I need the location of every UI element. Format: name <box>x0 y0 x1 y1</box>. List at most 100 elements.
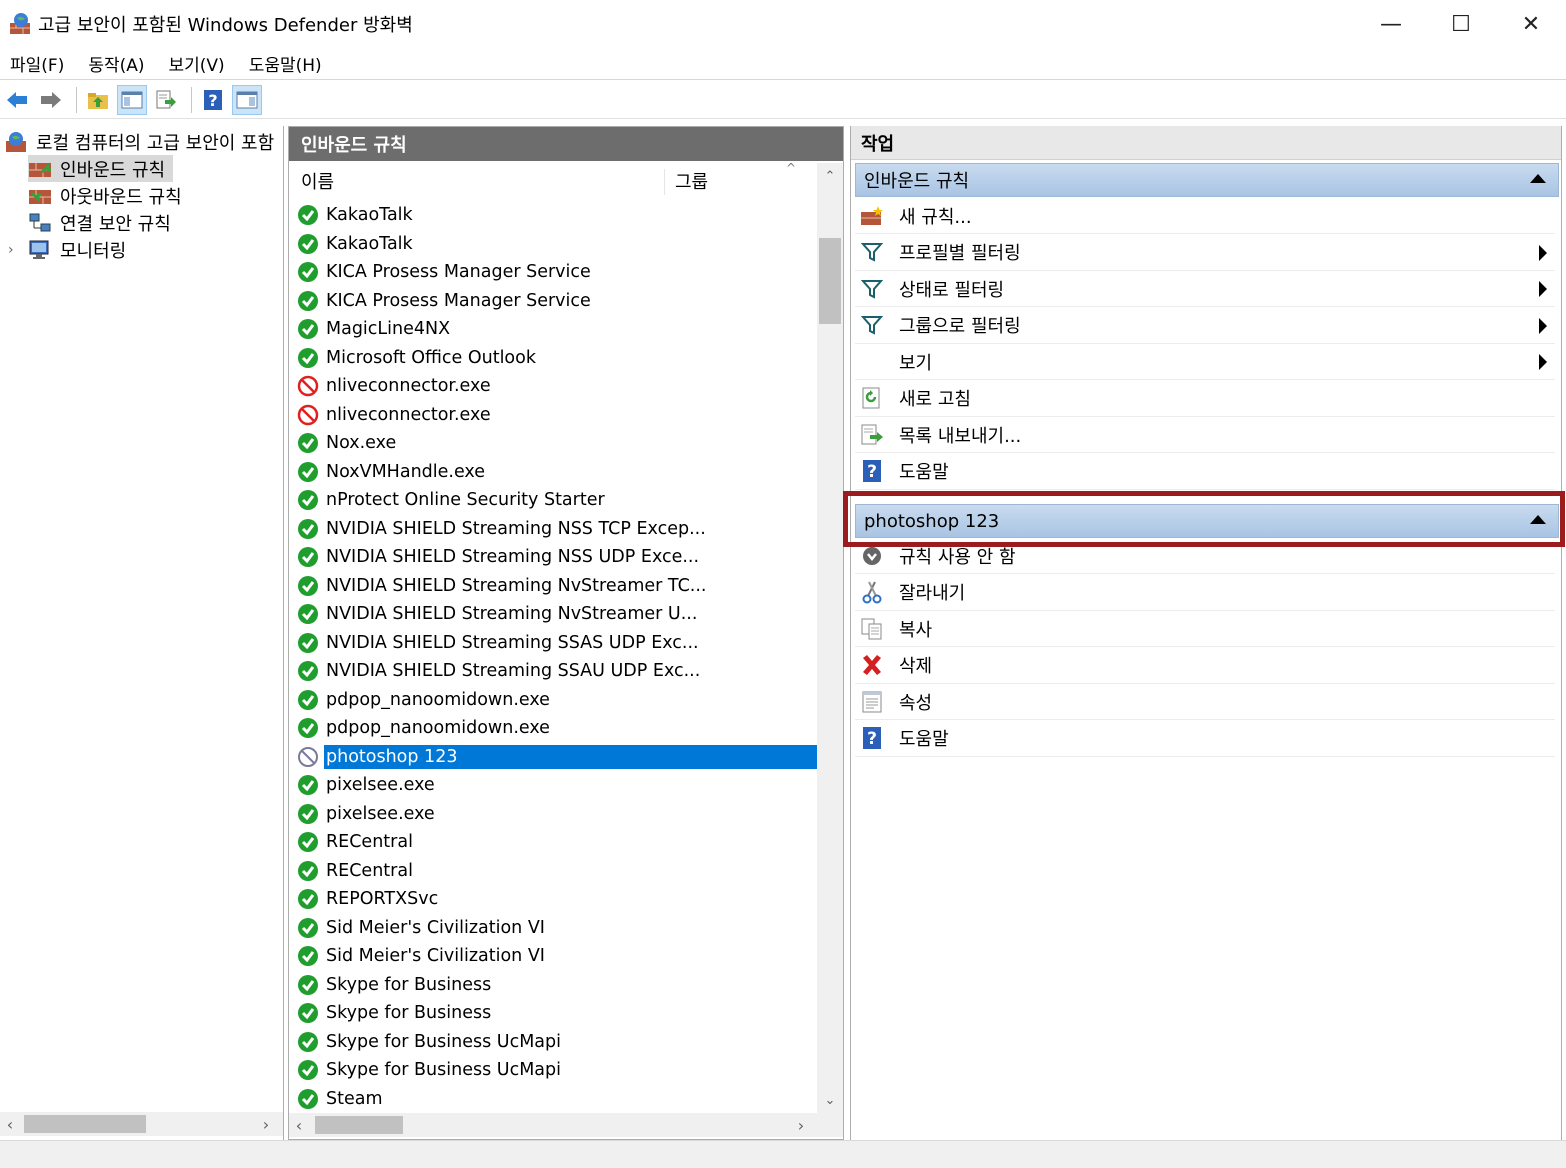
action-item[interactable]: 상태로 필터링 <box>855 271 1555 307</box>
scroll-right-arrow[interactable]: › <box>256 1112 276 1136</box>
tree-item-outbound-rules[interactable]: 아웃바운드 규칙 <box>28 182 182 209</box>
up-folder-button[interactable] <box>83 85 113 115</box>
rule-row[interactable]: pdpop_nanoomidown.exe <box>297 686 817 714</box>
help-icon: ? <box>859 725 885 751</box>
rules-horizontal-scrollbar[interactable]: ‹ › <box>289 1113 843 1137</box>
maximize-button[interactable]: ☐ <box>1426 0 1496 48</box>
svg-text:?: ? <box>867 729 877 749</box>
scroll-thumb[interactable] <box>24 1115 146 1133</box>
toolbar: ? <box>0 81 1566 119</box>
action-label: 상태로 필터링 <box>899 279 1005 301</box>
rule-row[interactable]: Sid Meier's Civilization VI <box>297 942 817 970</box>
action-item[interactable]: 규칙 사용 안 함 <box>855 538 1555 574</box>
rule-row[interactable]: Skype for Business UcMapi <box>297 1056 817 1084</box>
rule-row[interactable]: Nox.exe <box>297 429 817 457</box>
block-rule-icon <box>297 375 319 397</box>
rule-row[interactable]: NVIDIA SHIELD Streaming SSAS UDP Exc... <box>297 629 817 657</box>
rule-row[interactable]: nliveconnector.exe <box>297 372 817 400</box>
action-item[interactable]: 그룹으로 필터링 <box>855 308 1555 344</box>
delete-icon <box>859 652 885 678</box>
rule-row[interactable]: NVIDIA SHIELD Streaming NvStreamer U... <box>297 600 817 628</box>
back-button[interactable] <box>2 85 32 115</box>
column-group-header[interactable]: 그룹 <box>675 168 708 194</box>
rule-row[interactable]: MagicLine4NX <box>297 315 817 343</box>
scroll-down-arrow[interactable]: ⌄ <box>817 1089 843 1111</box>
section-header-selected-rule[interactable]: photoshop 123 <box>855 504 1559 538</box>
new-rule-icon <box>859 203 885 229</box>
allow-rule-icon <box>298 205 318 225</box>
help-icon: ? <box>859 458 885 484</box>
close-button[interactable]: ✕ <box>1496 0 1566 48</box>
tree-horizontal-scrollbar[interactable]: ‹ › <box>0 1112 283 1136</box>
tree-item-inbound-rules[interactable]: 인바운드 규칙 <box>28 155 174 182</box>
show-hide-action-pane-button[interactable] <box>232 84 262 115</box>
rule-row[interactable]: NVIDIA SHIELD Streaming SSAU UDP Exc... <box>297 657 817 685</box>
rule-row[interactable]: nProtect Online Security Starter <box>297 486 817 514</box>
action-item[interactable]: 목록 내보내기... <box>855 417 1555 453</box>
rule-row[interactable]: Microsoft Office Outlook <box>297 344 817 372</box>
rules-vertical-scrollbar[interactable]: ⌃ ⌄ <box>817 163 843 1113</box>
scroll-thumb[interactable] <box>819 238 841 324</box>
rule-row[interactable]: pixelsee.exe <box>297 800 817 828</box>
rule-row[interactable]: KICA Prosess Manager Service <box>297 258 817 286</box>
action-item[interactable]: ? 도움말 <box>855 721 1555 757</box>
rule-row[interactable]: NVIDIA SHIELD Streaming NSS UDP Exce... <box>297 543 817 571</box>
action-item[interactable]: 복사 <box>855 611 1555 647</box>
rule-row[interactable]: Sid Meier's Civilization VI <box>297 914 817 942</box>
action-item[interactable]: 잘라내기 <box>855 575 1555 611</box>
rule-row[interactable]: NVIDIA SHIELD Streaming NSS TCP Excep... <box>297 515 817 543</box>
rule-row[interactable]: RECentral <box>297 857 817 885</box>
tree-item-connection-security[interactable]: 연결 보안 규칙 <box>28 209 171 236</box>
column-name-header[interactable]: 이름 <box>301 168 334 194</box>
action-item[interactable]: 속성 <box>855 684 1555 720</box>
action-item[interactable]: 새 규칙... <box>855 198 1555 234</box>
rule-row[interactable]: pdpop_nanoomidown.exe <box>297 714 817 742</box>
rule-row[interactable]: Skype for Business <box>297 971 817 999</box>
tree-root[interactable]: 로컬 컴퓨터의 고급 보안이 포함 <box>4 128 274 155</box>
allow-rule-icon <box>298 233 318 254</box>
scroll-up-arrow[interactable]: ⌃ <box>817 165 843 187</box>
menu-action[interactable]: 동작(A) <box>76 51 156 76</box>
section-header-inbound-rules[interactable]: 인바운드 규칙 <box>855 163 1559 197</box>
tree-item-monitoring[interactable]: 모니터링 <box>28 236 126 263</box>
panel-title: 인바운드 규칙 <box>289 127 843 161</box>
rule-name: nliveconnector.exe <box>326 376 491 396</box>
column-divider[interactable] <box>664 169 665 195</box>
rule-row[interactable]: pixelsee.exe <box>297 771 817 799</box>
tree-expand-chevron[interactable]: › <box>8 242 14 258</box>
scroll-left-arrow[interactable]: ‹ <box>289 1113 309 1137</box>
action-item[interactable]: 프로필별 필터링 <box>855 235 1555 271</box>
scroll-left-arrow[interactable]: ‹ <box>0 1112 20 1136</box>
action-item[interactable]: 삭제 <box>855 648 1555 684</box>
collapse-arrow-icon[interactable] <box>1530 515 1546 524</box>
export-list-button[interactable] <box>151 85 181 115</box>
rule-row[interactable]: nliveconnector.exe <box>297 401 817 429</box>
action-item[interactable]: 보기 <box>855 344 1555 380</box>
rule-row[interactable]: Skype for Business UcMapi <box>297 1028 817 1056</box>
show-hide-tree-button[interactable] <box>117 84 147 115</box>
help-toolbar-button[interactable]: ? <box>198 85 228 115</box>
rule-name: Skype for Business <box>326 1003 492 1023</box>
collapse-arrow-icon[interactable] <box>1530 174 1546 183</box>
rule-row[interactable]: KakaoTalk <box>297 201 817 229</box>
rule-row[interactable]: KakaoTalk <box>297 230 817 258</box>
scroll-right-arrow[interactable]: › <box>791 1113 811 1137</box>
column-header-row: 이름 그룹 ^ <box>289 161 817 199</box>
action-item[interactable]: ? 도움말 <box>855 454 1555 490</box>
rule-row[interactable]: NoxVMHandle.exe <box>297 458 817 486</box>
action-item[interactable]: 새로 고침 <box>855 381 1555 417</box>
menu-view[interactable]: 보기(V) <box>157 51 237 76</box>
menu-file[interactable]: 파일(F) <box>0 51 76 76</box>
menu-help[interactable]: 도움말(H) <box>237 51 334 76</box>
rule-row[interactable]: NVIDIA SHIELD Streaming NvStreamer TC... <box>297 572 817 600</box>
rule-row[interactable]: RECentral <box>297 828 817 856</box>
rule-row[interactable]: KICA Prosess Manager Service <box>297 287 817 315</box>
rule-row[interactable]: Skype for Business <box>297 999 817 1027</box>
rule-row[interactable]: REPORTXSvc <box>297 885 817 913</box>
rule-row[interactable]: Steam <box>297 1085 817 1113</box>
scroll-thumb[interactable] <box>315 1116 403 1134</box>
rule-row[interactable]: photoshop 123 <box>297 743 817 771</box>
allow-rule-icon <box>298 775 318 795</box>
minimize-button[interactable]: — <box>1356 0 1426 48</box>
forward-button[interactable] <box>36 85 66 115</box>
